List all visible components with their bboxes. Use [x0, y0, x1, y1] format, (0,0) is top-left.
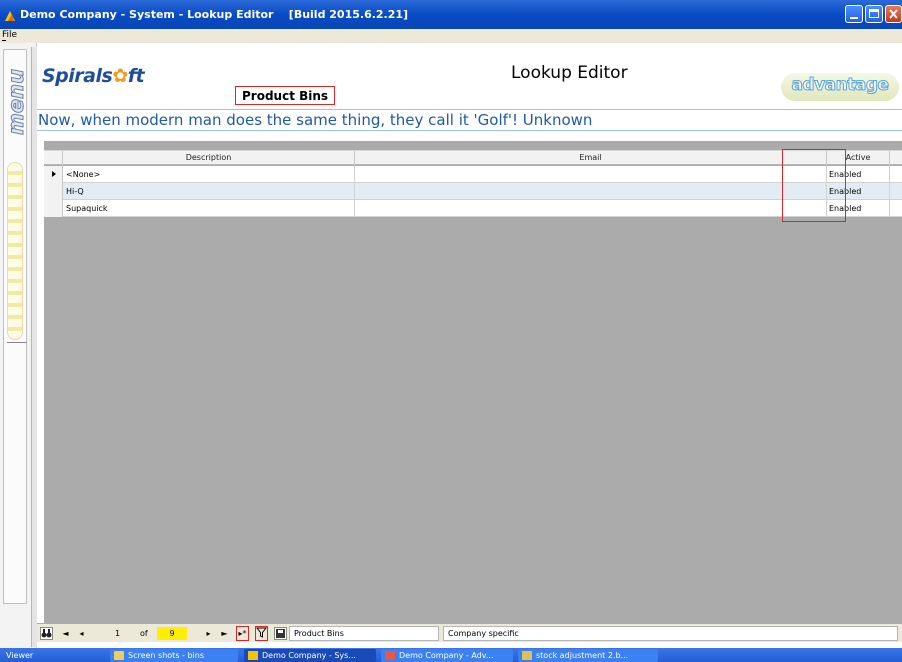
lookup-grid[interactable]: Description Email Active <None> Enabled …	[44, 141, 902, 623]
next-record-icon[interactable]: ▸	[202, 627, 215, 640]
table-row[interactable]: Hi-Q Enabled	[44, 183, 902, 200]
cell-description[interactable]: Supaquick	[66, 204, 108, 213]
advantage-logo: advantage	[781, 73, 899, 101]
lookup-name-field: Product Bins	[289, 626, 439, 641]
window-title: Demo Company - System - Lookup Editor [B…	[20, 8, 409, 21]
scope-field: Company specific	[443, 626, 898, 641]
logo-swirl-icon: ✿	[112, 65, 128, 87]
taskbar-item-label: Demo Company - Adv...	[399, 651, 494, 660]
quote-text: Now, when modern man does the same thing…	[38, 111, 593, 129]
current-record-number[interactable]: 1	[115, 629, 120, 638]
cell-separator	[889, 200, 890, 217]
close-button[interactable]	[885, 5, 902, 23]
filter-icon[interactable]	[255, 626, 268, 641]
taskbar-item-folder[interactable]: Screen shots - bins	[110, 649, 238, 662]
last-record-icon[interactable]: ►	[218, 627, 231, 640]
header-corner	[44, 151, 63, 166]
row-selector[interactable]	[44, 200, 63, 217]
record-count: 9	[157, 627, 187, 640]
app-icon	[3, 8, 17, 22]
record-navigator: ◄ ◂ 1 of 9 ▸ ► ▸* Product Bins Company s…	[37, 623, 902, 642]
column-header-description[interactable]: Description	[63, 153, 354, 162]
menu-bar: File	[0, 29, 902, 43]
taskbar-item-label: stock adjustment 2.b...	[536, 651, 629, 660]
table-row[interactable]: Supaquick Enabled	[44, 200, 902, 217]
row-selector[interactable]	[44, 166, 63, 183]
cell-separator	[354, 200, 355, 217]
row-selector[interactable]	[44, 183, 63, 200]
taskbar-item-app[interactable]: Demo Company - Adv...	[381, 649, 513, 662]
side-menu-decoration	[7, 162, 23, 340]
save-icon[interactable]	[274, 627, 287, 640]
taskbar-item-label: Demo Company - Sys...	[262, 651, 356, 660]
folder-icon	[114, 651, 124, 660]
cell-separator	[889, 183, 890, 200]
minimize-button[interactable]	[845, 5, 863, 23]
taskbar-item[interactable]: Viewer	[0, 649, 96, 662]
scope-value: Company specific	[448, 629, 519, 638]
first-record-icon[interactable]: ◄	[59, 627, 72, 640]
current-row-arrow-icon	[52, 171, 56, 177]
taskbar-item-active[interactable]: Demo Company - Sys...	[244, 649, 376, 662]
column-header-email[interactable]: Email	[355, 153, 826, 162]
spiralsoft-logo: Spirals✿ft	[42, 65, 145, 87]
side-menu-divider	[7, 342, 27, 343]
side-menu-splitter[interactable]	[31, 47, 37, 647]
side-menu-strip[interactable]: menu	[0, 43, 37, 648]
menu-file-underline	[2, 40, 6, 41]
lookup-name-value: Product Bins	[294, 629, 344, 638]
logo-text-2: ft	[127, 65, 145, 87]
cell-separator	[354, 183, 355, 200]
taskbar: Viewer Screen shots - bins Demo Company …	[0, 648, 902, 662]
maximize-button[interactable]	[865, 5, 883, 23]
advantage-logo-text: advantage	[791, 75, 890, 96]
cell-separator	[889, 166, 890, 183]
cell-description[interactable]: Hi-Q	[66, 187, 84, 196]
title-bar: Demo Company - System - Lookup Editor [B…	[0, 0, 902, 29]
taskbar-item-image[interactable]: stock adjustment 2.b...	[518, 649, 658, 662]
lookup-name-label: Product Bins	[235, 86, 336, 105]
active-column-highlight	[782, 149, 846, 222]
image-file-icon	[522, 651, 532, 660]
grid-top-gap	[44, 141, 902, 150]
previous-record-icon[interactable]: ◂	[75, 627, 88, 640]
of-label: of	[140, 629, 148, 638]
cell-separator	[354, 166, 355, 183]
app-icon	[248, 651, 258, 660]
page-title: Lookup Editor	[511, 63, 628, 83]
new-record-icon[interactable]: ▸*	[236, 626, 249, 641]
side-menu-label[interactable]: menu	[4, 52, 29, 152]
binoculars-icon[interactable]	[40, 627, 53, 640]
logo-text-1: Spirals	[42, 65, 113, 87]
taskbar-item-label: Screen shots - bins	[128, 651, 204, 660]
cell-description[interactable]: <None>	[66, 170, 100, 179]
menu-file[interactable]: File	[2, 30, 17, 40]
table-row[interactable]: <None> Enabled	[44, 166, 902, 183]
column-separator	[889, 151, 890, 166]
grid-header: Description Email Active	[44, 150, 902, 166]
side-menu-panel[interactable]: menu	[3, 49, 29, 604]
quote-bar: Now, when modern man does the same thing…	[37, 109, 902, 131]
app-icon	[385, 651, 395, 660]
